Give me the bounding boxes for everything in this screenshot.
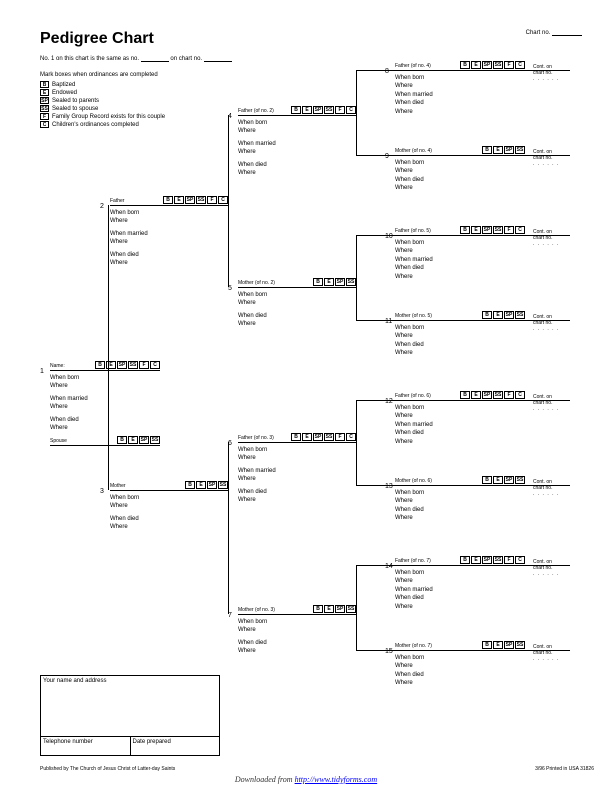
person-12: 12Father (of no. 6) BESPSSFC When bornWh…: [395, 400, 525, 446]
person-9: 9Mother (of no. 4) BESPSS When bornWhere…: [395, 155, 525, 193]
page-title: Pedigree Chart: [40, 30, 594, 48]
person-10: 10Father (of no. 5) BESPSSFC When bornWh…: [395, 235, 525, 281]
download-line: Downloaded from http://www.tidyforms.com: [0, 775, 612, 784]
cont-14: Cont. onchart no.. . . . . .: [533, 559, 563, 577]
download-link[interactable]: http://www.tidyforms.com: [295, 775, 378, 784]
cont-13: Cont. onchart no.. . . . . .: [533, 479, 563, 497]
person-8: 8Father (of no. 4) BESPSSFC When bornWhe…: [395, 70, 525, 116]
person-5: 5Mother (of no. 2) BESPSS When bornWhere…: [238, 287, 356, 329]
person-3: 3Mother BESPSS When bornWhereWhen diedWh…: [110, 490, 228, 532]
address-box: Your name and address Telephone numberDa…: [40, 675, 220, 756]
person-1: 1Name: BESPSSFC When bornWhereWhen marri…: [50, 370, 160, 432]
cont-11: Cont. onchart no.. . . . . .: [533, 314, 563, 332]
chart-number-label: Chart no.: [526, 30, 582, 36]
person-4: 4Father (of no. 2) BESPSSFC When bornWhe…: [238, 115, 356, 177]
person-2: 2Father BESPSSFC When bornWhereWhen marr…: [110, 205, 228, 267]
person-11: 11Mother (of no. 5) BESPSS When bornWher…: [395, 320, 525, 358]
legend-box-c: C: [40, 121, 49, 128]
legend-box-sp: SP: [40, 97, 49, 104]
legend-box-ss: SS: [40, 105, 49, 112]
cont-8: Cont. onchart no.. . . . . .: [533, 64, 563, 82]
cont-10: Cont. onchart no.. . . . . .: [533, 229, 563, 247]
cont-9: Cont. onchart no.. . . . . .: [533, 149, 563, 167]
cont-12: Cont. onchart no.. . . . . .: [533, 394, 563, 412]
person-15: 15Mother (of no. 7) BESPSS When bornWher…: [395, 650, 525, 688]
legend-box-e: E: [40, 89, 49, 96]
person-spouse: Spouse BESPSS: [50, 445, 160, 446]
legend-box-f: F: [40, 113, 49, 120]
cont-15: Cont. onchart no.. . . . . .: [533, 644, 563, 662]
person-14: 14Father (of no. 7) BESPSSFC When bornWh…: [395, 565, 525, 611]
legend-box-b: B: [40, 81, 49, 88]
person-6: 6Father (of no. 3) BESPSSFC When bornWhe…: [238, 442, 356, 504]
footer: Published by The Church of Jesus Christ …: [40, 766, 594, 772]
person-7: 7Mother (of no. 3) BESPSS When bornWhere…: [238, 614, 356, 656]
person-13: 13Mother (of no. 6) BESPSS When bornWher…: [395, 485, 525, 523]
